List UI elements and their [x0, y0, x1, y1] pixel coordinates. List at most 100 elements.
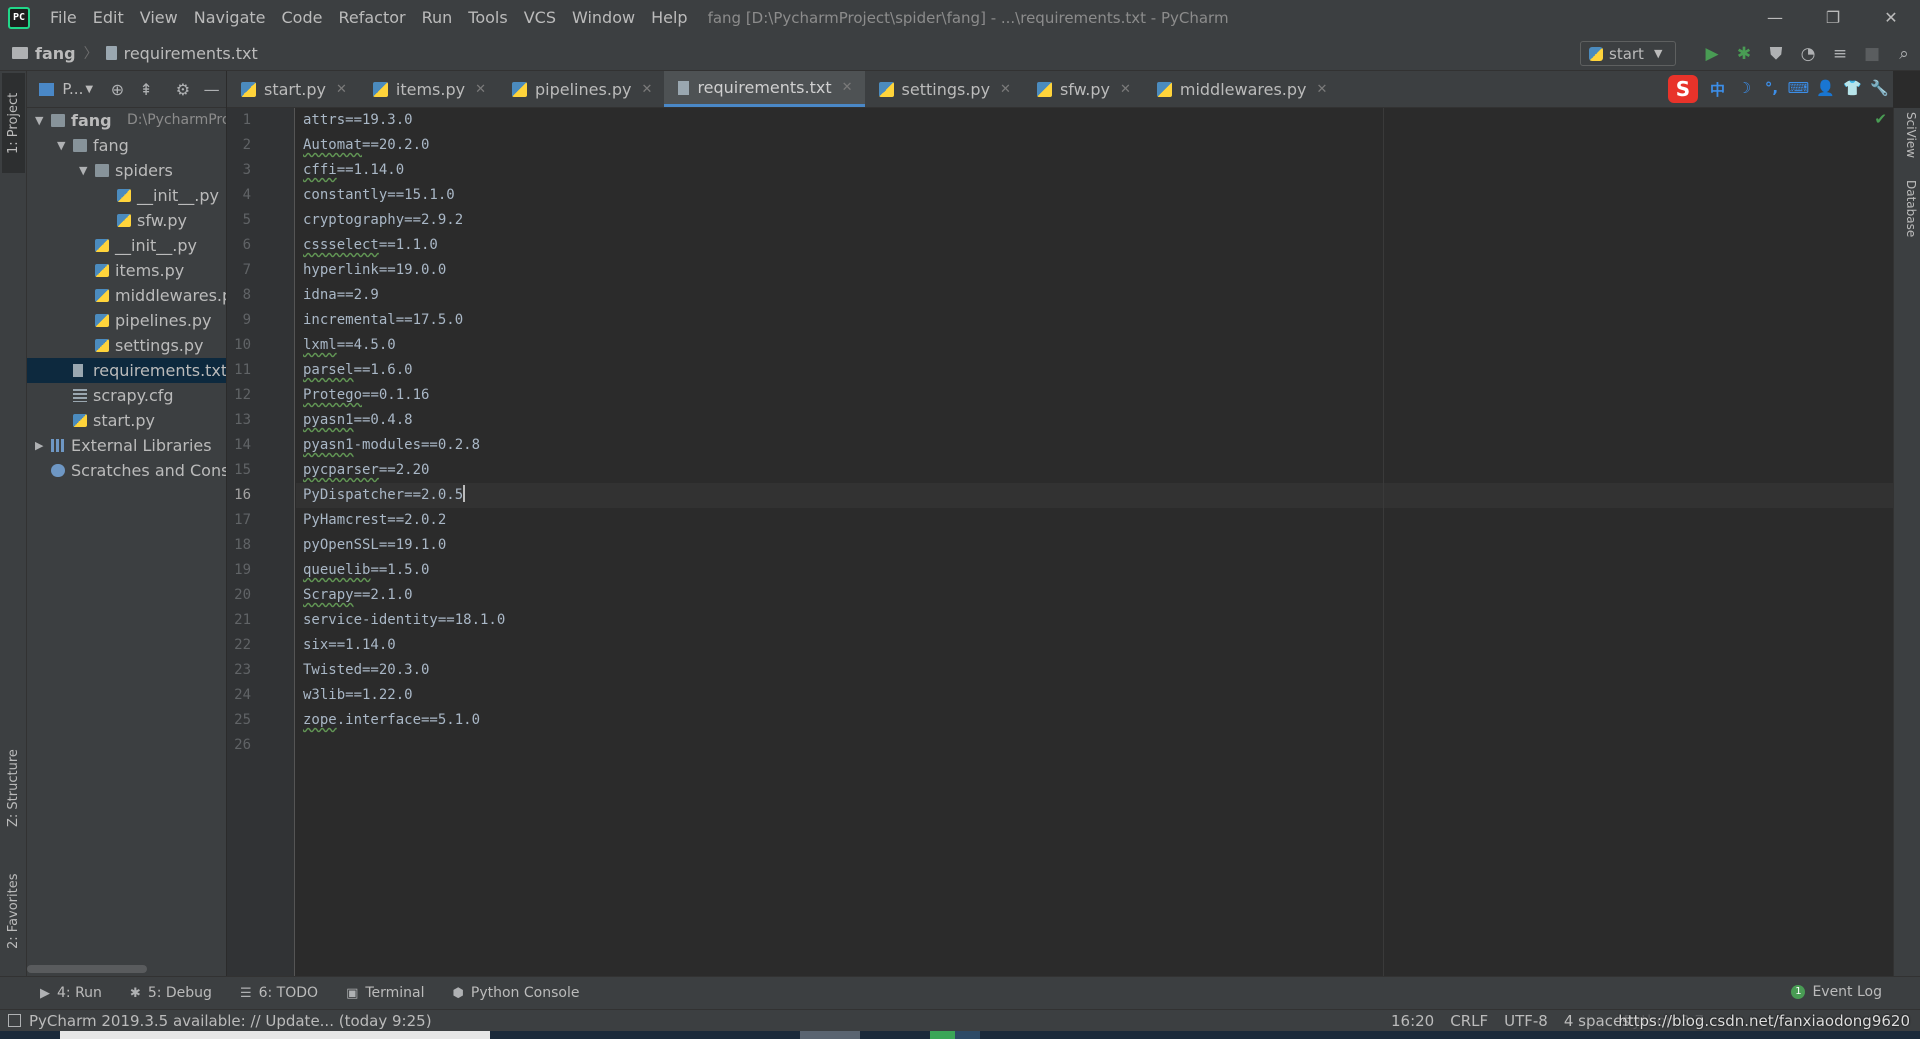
code-line[interactable]: attrs==19.3.0: [303, 108, 413, 133]
tree-item[interactable]: requirements.txt: [27, 358, 226, 383]
taskbar-search-box[interactable]: [60, 1031, 490, 1039]
spellcheck-word[interactable]: pyasn1: [303, 412, 354, 428]
toggle-tool-windows-icon[interactable]: [8, 1014, 21, 1027]
bottom-tool-tab[interactable]: ▣ Terminal: [346, 985, 424, 1001]
tree-item[interactable]: Scratches and Conso: [27, 458, 226, 483]
status-message[interactable]: PyCharm 2019.3.5 available: // Update...…: [8, 1012, 432, 1030]
editor-tab[interactable]: start.py ✕: [227, 71, 359, 107]
python-interpreter[interactable]: Python 3.7: [1623, 1012, 1704, 1030]
run-icon[interactable]: ▶: [1696, 44, 1728, 64]
tree-item[interactable]: ▶ External Libraries: [27, 433, 226, 458]
minimize-button[interactable]: —: [1746, 0, 1804, 36]
ime-item-icon[interactable]: 👕: [1839, 79, 1866, 100]
code-line[interactable]: Scrapy==2.1.0: [303, 583, 413, 608]
code-editor[interactable]: ✔ attrs==19.3.0 Automat==20.2.0 cffi==1.14…: [296, 108, 1893, 976]
code-line[interactable]: pycparser==2.20: [303, 458, 429, 483]
code-line[interactable]: cssselect==1.1.0: [303, 233, 438, 258]
tree-item[interactable]: ▼ fang: [27, 133, 226, 158]
close-tab-icon[interactable]: ✕: [842, 80, 853, 95]
code-line[interactable]: PyDispatcher==2.0.5: [303, 483, 466, 508]
spellcheck-word[interactable]: lxml: [303, 337, 337, 353]
tree-item[interactable]: pipelines.py: [27, 308, 226, 333]
close-tab-icon[interactable]: ✕: [475, 82, 486, 97]
menu-tools[interactable]: Tools: [460, 0, 515, 36]
ime-item-icon[interactable]: °,: [1758, 79, 1785, 100]
tree-item[interactable]: items.py: [27, 258, 226, 283]
spellcheck-word[interactable]: cffi: [303, 162, 337, 178]
menu-vcs[interactable]: VCS: [516, 0, 564, 36]
line-separator[interactable]: CRLF: [1450, 1012, 1488, 1030]
ime-item-icon[interactable]: ☽: [1731, 79, 1758, 100]
menu-file[interactable]: File: [42, 0, 85, 36]
close-tab-icon[interactable]: ✕: [1000, 82, 1011, 97]
gear-icon[interactable]: ⚙: [169, 80, 198, 99]
menu-window[interactable]: Window: [564, 0, 643, 36]
taskbar-app-item[interactable]: [955, 1031, 980, 1039]
code-line[interactable]: parsel==1.6.0: [303, 358, 413, 383]
editor-tab[interactable]: middlewares.py ✕: [1143, 71, 1340, 107]
menu-code[interactable]: Code: [274, 0, 331, 36]
sogou-logo-icon[interactable]: S: [1668, 75, 1698, 103]
code-line[interactable]: queuelib==1.5.0: [303, 558, 429, 583]
collapse-all-icon[interactable]: ⇞: [132, 80, 161, 99]
event-log-tab[interactable]: 1 Event Log: [1791, 984, 1882, 1000]
run-configuration-select[interactable]: start ▼: [1580, 41, 1676, 66]
database-tool-tab[interactable]: Database: [1897, 180, 1918, 260]
editor-tab[interactable]: items.py ✕: [359, 71, 498, 107]
code-line[interactable]: zope.interface==5.1.0: [303, 708, 480, 733]
ime-item-icon[interactable]: 🔧: [1866, 79, 1893, 100]
spellcheck-word[interactable]: Protego: [303, 387, 362, 403]
code-line[interactable]: Protego==0.1.16: [303, 383, 429, 408]
chevron-down-icon[interactable]: ▼: [85, 84, 93, 95]
inspection-ok-icon[interactable]: ✔: [1874, 110, 1887, 128]
tree-item[interactable]: ▼ fang D:\PycharmPro: [27, 108, 226, 133]
tree-item[interactable]: __init__.py: [27, 183, 226, 208]
expand-arrow-icon[interactable]: ▶: [35, 433, 43, 458]
tree-item[interactable]: scrapy.cfg: [27, 383, 226, 408]
taskbar-app-item[interactable]: [930, 1031, 955, 1039]
code-line[interactable]: six==1.14.0: [303, 633, 396, 658]
editor-tab[interactable]: pipelines.py ✕: [498, 71, 664, 107]
tree-item[interactable]: middlewares.p: [27, 283, 226, 308]
collapse-arrow-icon[interactable]: ▼: [57, 133, 65, 158]
tree-item[interactable]: start.py: [27, 408, 226, 433]
spellcheck-word[interactable]: queuelib: [303, 562, 370, 578]
breadcrumb-file[interactable]: requirements.txt: [124, 44, 258, 63]
code-line[interactable]: Twisted==20.3.0: [303, 658, 429, 683]
tree-item[interactable]: sfw.py: [27, 208, 226, 233]
close-tab-icon[interactable]: ✕: [1120, 82, 1131, 97]
code-line[interactable]: incremental==17.5.0: [303, 308, 463, 333]
tree-item[interactable]: settings.py: [27, 333, 226, 358]
restore-button[interactable]: ❐: [1804, 0, 1862, 36]
code-line[interactable]: cryptography==2.9.2: [303, 208, 463, 233]
menu-navigate[interactable]: Navigate: [186, 0, 274, 36]
bottom-tool-tab[interactable]: ✱ 5: Debug: [130, 985, 212, 1001]
menu-run[interactable]: Run: [414, 0, 461, 36]
editor-tab[interactable]: requirements.txt ✕: [664, 71, 865, 107]
spellcheck-word[interactable]: pycparser: [303, 462, 379, 478]
close-tab-icon[interactable]: ✕: [642, 82, 653, 97]
code-line[interactable]: PyHamcrest==2.0.2: [303, 508, 446, 533]
coverage-icon[interactable]: ⛊: [1760, 44, 1792, 64]
bottom-tool-tab[interactable]: ▶ 4: Run: [40, 985, 102, 1001]
spellcheck-word[interactable]: pyasn1: [303, 437, 354, 453]
code-line[interactable]: idna==2.9: [303, 283, 379, 308]
code-line[interactable]: pyOpenSSL==19.1.0: [303, 533, 446, 558]
menu-refactor[interactable]: Refactor: [330, 0, 413, 36]
code-line[interactable]: pyasn1-modules==0.2.8: [303, 433, 480, 458]
code-line[interactable]: lxml==4.5.0: [303, 333, 396, 358]
bottom-tool-tab[interactable]: ☰ 6: TODO: [240, 985, 318, 1001]
spellcheck-word[interactable]: Automat: [303, 137, 362, 153]
profile-icon[interactable]: ◔: [1792, 44, 1824, 64]
code-line[interactable]: pyasn1==0.4.8: [303, 408, 413, 433]
menu-view[interactable]: View: [132, 0, 186, 36]
structure-tool-tab[interactable]: Z: Structure: [2, 736, 25, 841]
code-line[interactable]: hyperlink==19.0.0: [303, 258, 446, 283]
taskbar-app-item[interactable]: [800, 1031, 860, 1039]
project-view-select[interactable]: P...: [62, 80, 83, 98]
horizontal-scrollbar[interactable]: [27, 965, 147, 973]
spellcheck-word[interactable]: parsel: [303, 362, 354, 378]
close-tab-icon[interactable]: ✕: [336, 82, 347, 97]
hide-icon[interactable]: —: [197, 80, 226, 99]
collapse-arrow-icon[interactable]: ▼: [79, 158, 87, 183]
